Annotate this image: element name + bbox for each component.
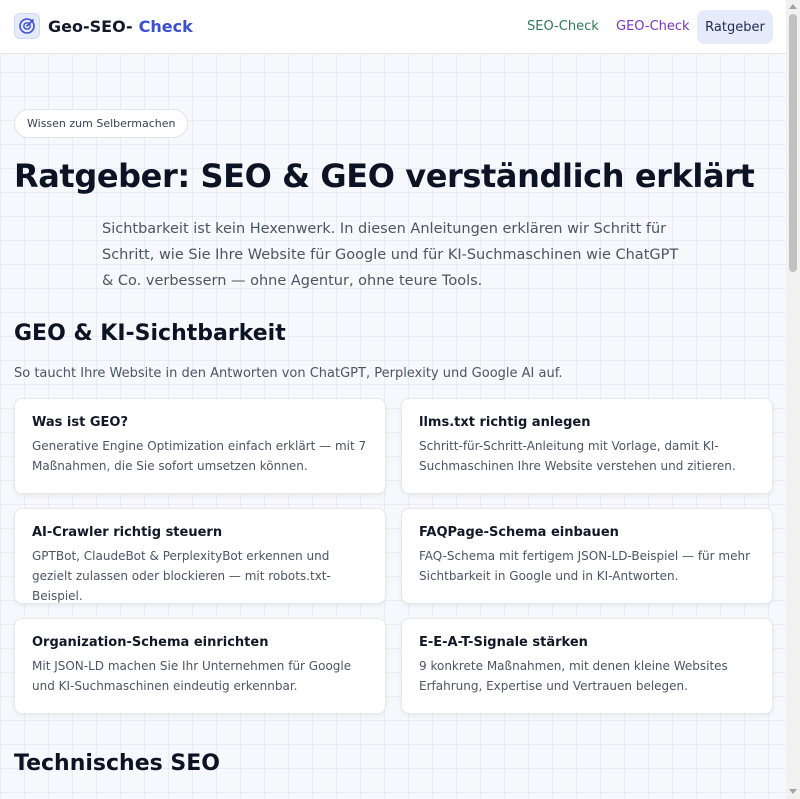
scroll-up-arrow-icon[interactable] — [789, 4, 797, 9]
guide-card-organization-schema[interactable]: Organization-Schema einrichten Mit JSON-… — [14, 618, 386, 714]
brand-accent: Check — [138, 17, 193, 36]
guide-card-was-ist-geo[interactable]: Was ist GEO? Generative Engine Optimizat… — [14, 398, 386, 494]
target-icon — [19, 18, 35, 34]
scrollbar[interactable] — [786, 0, 800, 799]
section-description-geo: So taucht Ihre Website in den Antworten … — [14, 366, 563, 381]
nav-link-geo-check[interactable]: GEO-Check — [616, 19, 690, 34]
page-title: Ratgeber: SEO & GEO verständlich erklärt — [14, 157, 755, 195]
guide-card-eeat-signale[interactable]: E-E-A-T-Signale stärken 9 konkrete Maßna… — [401, 618, 773, 714]
card-title: Organization-Schema einrichten — [32, 635, 269, 650]
card-title: FAQPage-Schema einbauen — [419, 525, 619, 540]
card-description: GPTBot, ClaudeBot & PerplexityBot erkenn… — [32, 549, 331, 603]
nav-link-ratgeber[interactable]: Ratgeber — [697, 10, 773, 44]
brand-text: Geo-SEO- — [48, 17, 133, 36]
brand-name[interactable]: Geo-SEO- Check — [48, 17, 193, 36]
card-title: E-E-A-T-Signale stärken — [419, 635, 588, 650]
card-title: Was ist GEO? — [32, 415, 128, 430]
site-header: Geo-SEO- Check SEO-Check GEO-Check Ratgeb… — [0, 0, 786, 54]
card-description: Generative Engine Optimization einfach e… — [32, 439, 367, 473]
card-title: AI-Crawler richtig steuern — [32, 525, 223, 540]
card-description: 9 konkrete Maßnahmen, mit denen kleine W… — [419, 659, 728, 693]
guide-card-ai-crawler[interactable]: AI-Crawler richtig steuern GPTBot, Claud… — [14, 508, 386, 604]
hero-subtitle: Sichtbarkeit ist kein Hexenwerk. In dies… — [102, 221, 679, 289]
card-description: Schritt-für-Schritt-Anleitung mit Vorlag… — [419, 439, 736, 473]
nav-link-seo-check[interactable]: SEO-Check — [527, 19, 599, 34]
guide-card-llms-txt[interactable]: llms.txt richtig anlegen Schritt-für-Sch… — [401, 398, 773, 494]
logo-icon[interactable] — [14, 13, 40, 39]
card-title: llms.txt richtig anlegen — [419, 415, 591, 430]
guide-card-faqpage-schema[interactable]: FAQPage-Schema einbauen FAQ-Schema mit f… — [401, 508, 773, 604]
scroll-down-arrow-icon[interactable] — [789, 789, 797, 794]
section-title-geo: GEO & KI-Sichtbarkeit — [14, 321, 286, 346]
section-title-technisches-seo: Technisches SEO — [14, 751, 220, 776]
card-description: Mit JSON-LD machen Sie Ihr Unternehmen f… — [32, 659, 352, 693]
scrollbar-thumb[interactable] — [789, 14, 797, 272]
card-description: FAQ-Schema mit fertigem JSON-LD-Beispiel… — [419, 549, 751, 583]
hero-badge: Wissen zum Selbermachen — [14, 109, 189, 138]
